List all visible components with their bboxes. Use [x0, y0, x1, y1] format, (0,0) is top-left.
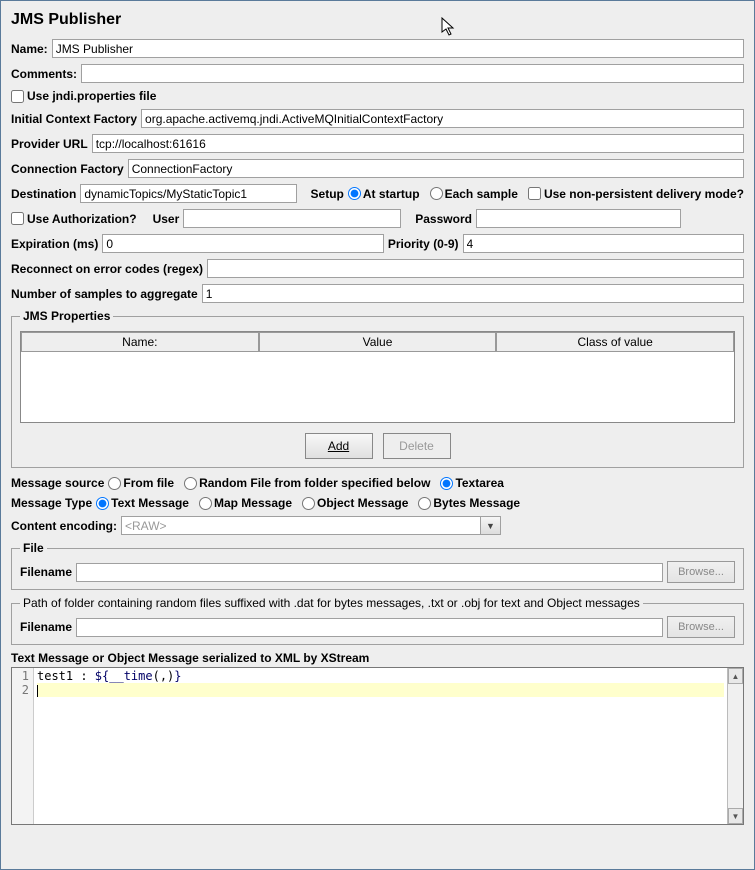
col-value[interactable]: Value: [259, 332, 497, 352]
folder-group: Path of folder containing random files s…: [11, 596, 744, 645]
add-button[interactable]: Add: [305, 433, 373, 459]
file-filename-input[interactable]: [76, 563, 663, 582]
comments-label: Comments:: [11, 67, 77, 81]
pass-input[interactable]: [476, 209, 681, 228]
icf-input[interactable]: [141, 109, 744, 128]
msg-type-label: Message Type: [11, 496, 92, 510]
scroll-down-icon[interactable]: ▼: [728, 808, 743, 824]
scroll-up-icon[interactable]: ▲: [728, 668, 743, 684]
type-object-radio[interactable]: Object Message: [302, 496, 408, 510]
setup-startup-radio[interactable]: At startup: [348, 187, 420, 201]
col-name[interactable]: Name:: [21, 332, 259, 352]
user-label: User: [153, 212, 180, 226]
editor-gutter: 1 2: [12, 668, 34, 824]
file-group: File Filename Browse...: [11, 541, 744, 590]
comments-input[interactable]: [81, 64, 744, 83]
folder-filename-label: Filename: [20, 620, 72, 634]
text-editor[interactable]: 1 2 test1 : ${__time(,)} ▲ ▼: [11, 667, 744, 825]
jms-table-body: [21, 352, 734, 422]
editor-scrollbar[interactable]: ▲ ▼: [727, 668, 743, 824]
reconnect-label: Reconnect on error codes (regex): [11, 262, 203, 276]
col-class[interactable]: Class of value: [496, 332, 734, 352]
file-filename-label: Filename: [20, 565, 72, 579]
editor-label: Text Message or Object Message serialize…: [11, 651, 744, 665]
nonpersist-checkbox[interactable]: Use non-persistent delivery mode?: [528, 187, 744, 201]
agg-input[interactable]: [202, 284, 744, 303]
use-jndi-checkbox[interactable]: Use jndi.properties file: [11, 89, 156, 103]
agg-label: Number of samples to aggregate: [11, 287, 198, 301]
page-title: JMS Publisher: [11, 11, 744, 29]
file-legend: File: [20, 541, 47, 555]
src-textarea-radio[interactable]: Textarea: [440, 476, 503, 490]
jms-properties-legend: JMS Properties: [20, 309, 113, 323]
editor-code[interactable]: test1 : ${__time(,)}: [34, 668, 727, 824]
exp-label: Expiration (ms): [11, 237, 98, 251]
setup-each-radio[interactable]: Each sample: [430, 187, 518, 201]
type-text-radio[interactable]: Text Message: [96, 496, 189, 510]
folder-browse-button: Browse...: [667, 616, 735, 638]
reconnect-input[interactable]: [207, 259, 744, 278]
type-bytes-radio[interactable]: Bytes Message: [418, 496, 520, 510]
folder-filename-input[interactable]: [76, 618, 663, 637]
chevron-down-icon[interactable]: ▼: [481, 516, 501, 535]
setup-label: Setup: [311, 187, 344, 201]
file-browse-button: Browse...: [667, 561, 735, 583]
delete-button: Delete: [383, 433, 451, 459]
pass-label: Password: [415, 212, 472, 226]
prio-label: Priority (0-9): [388, 237, 459, 251]
conn-fact-input[interactable]: [128, 159, 744, 178]
msg-source-label: Message source: [11, 476, 104, 490]
src-file-radio[interactable]: From file: [108, 476, 174, 490]
use-jndi-checkbox-input[interactable]: [11, 90, 24, 103]
user-input[interactable]: [183, 209, 401, 228]
encoding-input[interactable]: [121, 516, 481, 535]
dest-input[interactable]: [80, 184, 296, 203]
folder-legend: Path of folder containing random files s…: [20, 596, 643, 610]
icf-label: Initial Context Factory: [11, 112, 137, 126]
use-jndi-label: Use jndi.properties file: [27, 89, 156, 103]
name-input[interactable]: [52, 39, 744, 58]
src-random-radio[interactable]: Random File from folder specified below: [184, 476, 430, 490]
name-label: Name:: [11, 42, 48, 56]
encoding-combo[interactable]: ▼: [121, 516, 501, 535]
jms-properties-table: Name: Value Class of value: [20, 331, 735, 423]
dest-label: Destination: [11, 187, 76, 201]
provider-label: Provider URL: [11, 137, 88, 151]
conn-fact-label: Connection Factory: [11, 162, 124, 176]
type-map-radio[interactable]: Map Message: [199, 496, 292, 510]
provider-input[interactable]: [92, 134, 744, 153]
prio-input[interactable]: [463, 234, 744, 253]
jms-properties-group: JMS Properties Name: Value Class of valu…: [11, 309, 744, 468]
auth-checkbox[interactable]: Use Authorization?: [11, 212, 137, 226]
exp-input[interactable]: [102, 234, 383, 253]
encoding-label: Content encoding:: [11, 519, 117, 533]
